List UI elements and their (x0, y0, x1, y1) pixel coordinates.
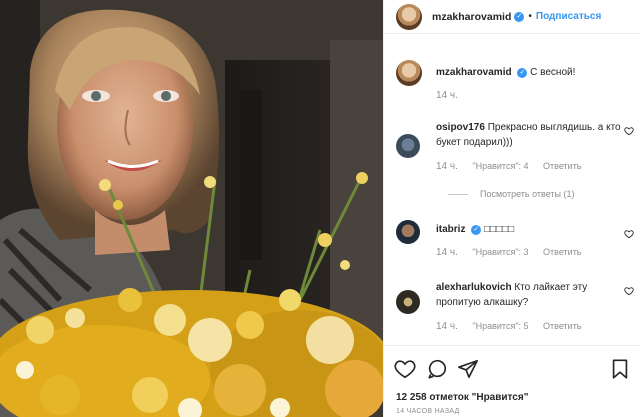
caption-username[interactable]: mzakharovamid (436, 67, 512, 78)
comment-text: □□□□□ (484, 224, 515, 235)
comment-body: osipov176 Прекрасно выглядишь. а кто бук… (436, 120, 624, 150)
comment-username[interactable]: alexharlukovich (436, 282, 512, 293)
post-photo[interactable] (0, 0, 383, 417)
caption-avatar[interactable] (396, 60, 422, 86)
replies-divider (448, 193, 468, 195)
comment-item: osipov176 Прекрасно выглядишь. а кто бук… (396, 118, 634, 202)
comment-body: itabriz ✓ □□□□□ (436, 222, 624, 237)
like-comment-heart-icon[interactable] (624, 229, 634, 239)
verified-badge-icon: ✓ (517, 68, 528, 78)
caption-meta: 14 ч. (436, 90, 458, 101)
likes-count[interactable]: 12 258 отметок "Нравится" (396, 392, 528, 403)
post-side-panel: mzakharovamid ✓ • Подписаться mzakharova… (383, 0, 640, 417)
follow-button[interactable]: Подписаться (536, 11, 601, 22)
post-timestamp[interactable]: 14 ЧАСОВ НАЗАД (396, 408, 460, 415)
comment-username[interactable]: itabriz (436, 224, 465, 235)
reply-button[interactable]: Ответить (543, 247, 581, 257)
view-replies-button[interactable]: Посмотреть ответы (1) (448, 189, 575, 199)
comment-avatar[interactable] (396, 134, 420, 158)
reply-button[interactable]: Ответить (543, 161, 581, 171)
comment-likes[interactable]: "Нравится": 5 (472, 321, 528, 331)
header-separator: • (528, 11, 532, 22)
post-actions: 12 258 отметок "Нравится" 14 ЧАСОВ НАЗАД (384, 345, 640, 417)
comment-avatar[interactable] (396, 220, 420, 244)
caption-text: С весной! (530, 67, 576, 78)
speech-bubble-icon[interactable] (426, 358, 448, 380)
heart-outline-icon[interactable] (394, 358, 416, 380)
author-username[interactable]: mzakharovamid (432, 11, 511, 23)
post-header: mzakharovamid ✓ • Подписаться (384, 0, 640, 34)
caption-item: mzakharovamid ✓ С весной! 14 ч. (396, 60, 634, 104)
bookmark-icon[interactable] (609, 358, 631, 380)
comment-meta: 14 ч. "Нравится": 3 Ответить (436, 247, 582, 258)
comment-item: alexharlukovich Кто лайкает эту пропитую… (396, 278, 634, 338)
like-comment-heart-icon[interactable] (624, 126, 634, 136)
reply-button[interactable]: Ответить (543, 321, 581, 331)
comment-item: itabriz ✓ □□□□□ 14 ч. "Нравится": 3 Отве… (396, 220, 634, 264)
verified-badge-icon: ✓ (514, 11, 525, 22)
paper-plane-icon[interactable] (457, 358, 479, 380)
comment-body: alexharlukovich Кто лайкает эту пропитую… (436, 280, 624, 310)
comments-list[interactable]: mzakharovamid ✓ С весной! 14 ч. osipov17… (384, 48, 640, 345)
comment-meta: 14 ч. "Нравится": 4 Ответить (436, 161, 582, 172)
comment-likes[interactable]: "Нравится": 4 (472, 161, 528, 171)
verified-badge-icon: ✓ (471, 225, 482, 235)
like-comment-heart-icon[interactable] (624, 286, 634, 296)
view-replies-label: Посмотреть ответы (1) (480, 189, 575, 199)
comment-time[interactable]: 14 ч. (436, 321, 458, 332)
caption-time[interactable]: 14 ч. (436, 90, 458, 101)
comment-time[interactable]: 14 ч. (436, 161, 458, 172)
comment-username[interactable]: osipov176 (436, 122, 485, 133)
selfie-with-flowers-image (0, 0, 383, 417)
caption-body: mzakharovamid ✓ С весной! (436, 65, 624, 80)
author-avatar[interactable] (396, 3, 422, 30)
comment-time[interactable]: 14 ч. (436, 247, 458, 258)
comment-avatar[interactable] (396, 290, 420, 314)
comment-likes[interactable]: "Нравится": 3 (472, 247, 528, 257)
comment-meta: 14 ч. "Нравится": 5 Ответить (436, 321, 582, 332)
